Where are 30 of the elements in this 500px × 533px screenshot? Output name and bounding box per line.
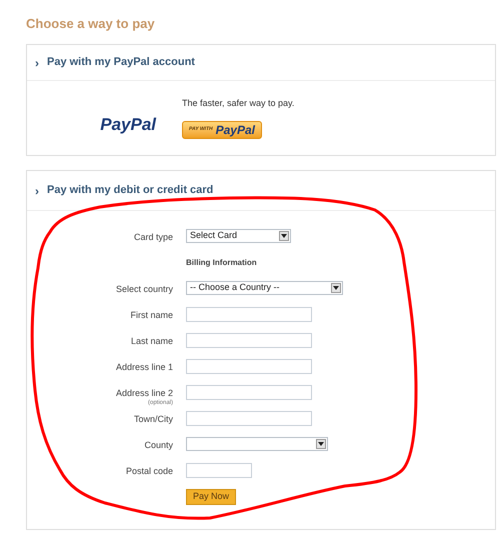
dropdown[interactable]: Select Card [186,229,291,243]
input-field[interactable] [186,359,312,374]
paypal-logo: PayPal [100,114,156,136]
section-subheading: Billing Information [186,257,257,269]
dropdown-arrow-icon [279,231,289,241]
input-field[interactable] [186,333,312,348]
input-field[interactable] [186,385,312,400]
page-heading: Choose a way to pay [26,15,156,33]
pay-now-button[interactable]: Pay Now [186,489,236,505]
dropdown-arrow-icon [316,439,326,449]
expand-icon[interactable]: › [35,54,39,72]
expand-icon[interactable]: › [35,182,39,200]
field-label: First name [130,309,173,321]
input-field[interactable] [186,411,312,426]
field-label: Address line 2 [116,387,173,399]
section-title[interactable]: Pay with my debit or credit card [47,182,214,199]
field-label: Address line 1 [116,361,173,373]
tagline: The faster, safer way to pay. [182,97,294,110]
dropdown[interactable] [186,437,328,451]
input-field[interactable] [186,307,312,322]
dropdown-arrow-icon [331,283,341,293]
field-label: Town/City [134,413,173,425]
dropdown[interactable]: -- Choose a Country -- [186,281,343,295]
field-label: County [144,439,173,451]
field-label: Postal code [126,465,173,477]
field-label: Last name [130,335,173,347]
field-label: Select country [116,283,173,295]
section-title[interactable]: Pay with my PayPal account [47,54,195,71]
input-field[interactable] [186,463,252,478]
field-label: Card type [134,231,173,243]
